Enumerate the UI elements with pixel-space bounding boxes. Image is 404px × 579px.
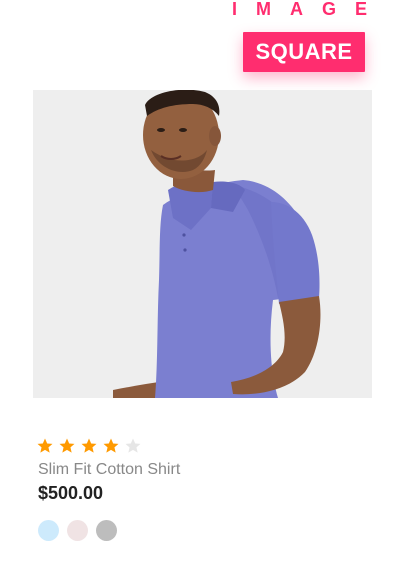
product-image[interactable]	[33, 90, 372, 398]
star-rating	[36, 437, 142, 457]
star-filled-icon	[37, 438, 53, 453]
section-heading: IMAGE	[232, 0, 387, 19]
star-filled-icon	[81, 438, 97, 453]
color-swatches	[38, 520, 117, 541]
star-filled-icon	[59, 438, 75, 453]
swatch-light-blue[interactable]	[38, 520, 59, 541]
star-filled-icon	[103, 438, 119, 453]
swatch-light-pink[interactable]	[67, 520, 88, 541]
square-badge: SQUARE	[243, 32, 365, 72]
product-name[interactable]: Slim Fit Cotton Shirt	[38, 460, 180, 480]
product-photo-icon	[33, 90, 372, 398]
product-price: $500.00	[38, 483, 104, 503]
star-empty-icon	[125, 438, 141, 453]
swatch-gray[interactable]	[96, 520, 117, 541]
